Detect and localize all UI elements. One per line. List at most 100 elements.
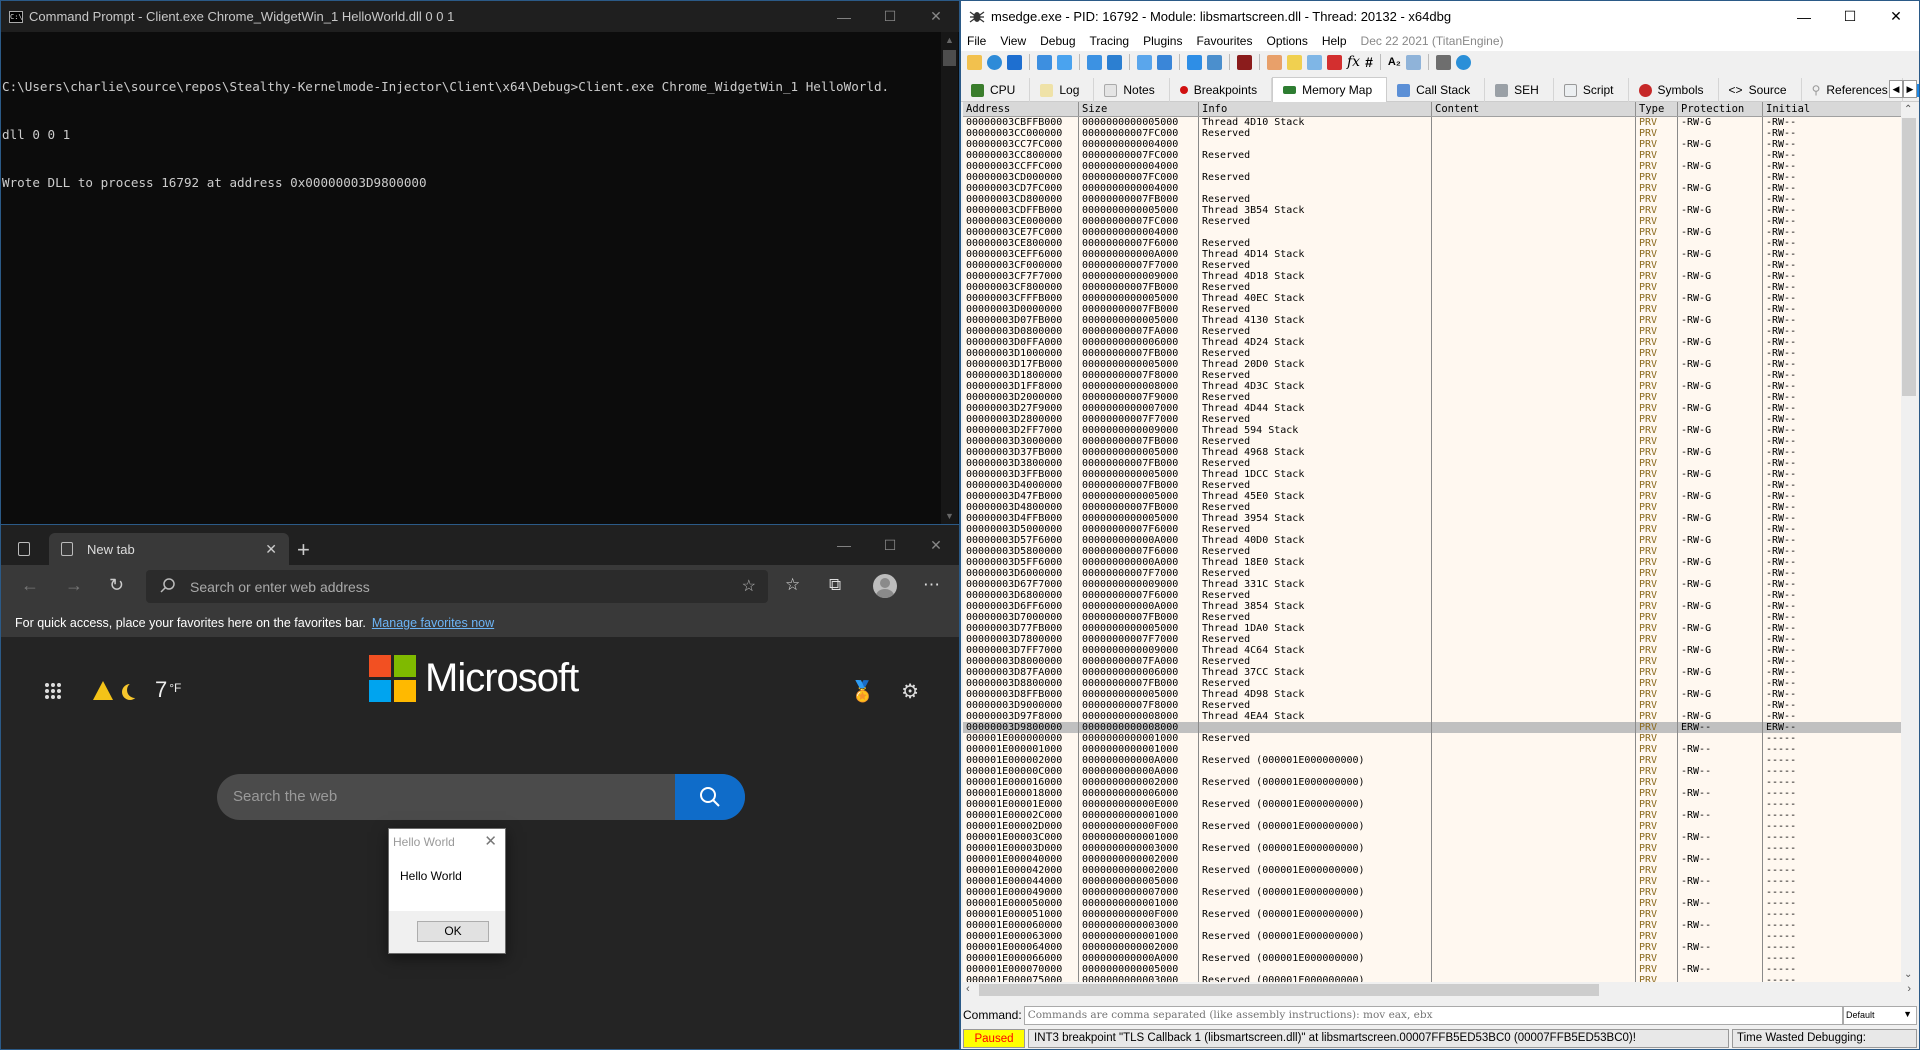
table-row[interactable]: 000001E00002C000 0000000000001000 PRV -RW--… (963, 810, 1903, 821)
table-row[interactable]: 000001E000063000 0000000000001000 Reserved… (963, 931, 1903, 942)
table-row[interactable]: 000001E000064000 0000000000002000 PRV -RW--… (963, 942, 1903, 953)
scroll-thumb[interactable] (979, 984, 1599, 996)
functions-icon[interactable]: fx (1347, 54, 1360, 70)
dbg-title-bar[interactable]: msedge.exe - PID: 16792 - Module: libsma… (961, 1, 1919, 31)
table-row[interactable]: 000001E000049000 0000000000007000 Reserved… (963, 887, 1903, 898)
tab-source[interactable]: <> Source (1719, 78, 1802, 102)
table-row[interactable]: 00000003D77FB000 0000000000005000 Thread 1… (963, 623, 1903, 634)
tab-cpu[interactable]: CPU (961, 78, 1031, 102)
manage-favorites-link[interactable]: Manage favorites now (372, 616, 494, 630)
table-row[interactable]: 000001E000000000 0000000000001000 Reserved… (963, 733, 1903, 744)
table-row[interactable]: 00000003CCFFC000 0000000000004000 PRV -RW-G… (963, 161, 1903, 172)
address-bar[interactable]: Search or enter web address ☆ (146, 570, 768, 603)
more-options-icon[interactable]: ⋯ (923, 575, 940, 595)
globe-icon[interactable] (1455, 54, 1471, 70)
table-row[interactable]: 00000003D0FFA000 0000000000006000 Thread 4… (963, 337, 1903, 348)
table-row[interactable]: 00000003CFFFB000 0000000000005000 Thread 4… (963, 293, 1903, 304)
dialog-title-bar[interactable]: Hello World ✕ (389, 829, 505, 855)
column-header-info[interactable]: Info (1199, 102, 1432, 116)
restart-icon[interactable] (987, 54, 1002, 70)
tab-symbols[interactable]: Symbols (1629, 78, 1719, 102)
table-row[interactable]: 00000003D8FFB000 0000000000005000 Thread 4… (963, 689, 1903, 700)
table-row[interactable]: 000001E00002D000 000000000000F000 Reserved… (963, 821, 1903, 832)
scylla-icon[interactable] (1237, 54, 1252, 70)
table-row[interactable]: 000001E00003C000 0000000000001000 PRV -RW--… (963, 832, 1903, 843)
table-row[interactable]: 000001E000042000 0000000000002000 Reserved… (963, 865, 1903, 876)
weather-widget[interactable]: 7 °F (93, 677, 181, 703)
table-row[interactable]: 000001E00003D000 0000000000003000 Reserved… (963, 843, 1903, 854)
table-row[interactable]: 00000003CD000000 00000000007FC000 Reserved… (963, 172, 1903, 183)
tabs-scroll-left-icon[interactable]: ◀ (1889, 80, 1903, 98)
menu-favourites[interactable]: Favourites (1196, 34, 1252, 48)
table-row[interactable]: 00000003D8000000 00000000007FA000 Reserved… (963, 656, 1903, 667)
table-row[interactable]: 00000003D4800000 00000000007FB000 Reserved… (963, 502, 1903, 513)
column-header-size[interactable]: Size (1079, 102, 1199, 116)
table-row[interactable]: 00000003CEFF6000 000000000000A000 Thread 4… (963, 249, 1903, 260)
table-row[interactable]: 00000003CE800000 00000000007F6000 Reserved… (963, 238, 1903, 249)
close-button[interactable]: ✕ (913, 1, 959, 32)
stop-icon[interactable] (1007, 54, 1022, 70)
scroll-down-icon[interactable]: ▼ (941, 511, 958, 521)
trace-into-icon[interactable] (1137, 54, 1152, 70)
trace-over-icon[interactable] (1157, 54, 1172, 70)
scroll-thumb[interactable] (943, 50, 956, 66)
table-row[interactable]: 00000003D7FF7000 0000000000009000 Thread 4… (963, 645, 1903, 656)
tab-log[interactable]: Log (1030, 78, 1095, 102)
favorites-icon[interactable]: ☆ (785, 575, 800, 595)
scroll-thumb[interactable] (1902, 118, 1916, 396)
table-row[interactable]: 00000003D4FFB000 0000000000005000 Thread 3… (963, 513, 1903, 524)
command-input[interactable] (1023, 1005, 1843, 1025)
menu-tracing[interactable]: Tracing (1090, 34, 1130, 48)
scroll-right-icon[interactable]: › (1907, 983, 1911, 995)
table-row[interactable]: 00000003CD800000 00000000007FB000 Reserved… (963, 194, 1903, 205)
column-header-type[interactable]: Type (1636, 102, 1678, 116)
menu-view[interactable]: View (1000, 34, 1026, 48)
table-row[interactable]: 00000003D5000000 00000000007F6000 Reserved… (963, 524, 1903, 535)
open-icon[interactable] (967, 54, 982, 70)
tab-actions-icon[interactable] (18, 542, 30, 556)
app-launcher-icon[interactable] (45, 683, 61, 699)
tab-call-stack[interactable]: Call Stack (1387, 78, 1486, 102)
run-icon[interactable] (1037, 54, 1052, 70)
maximize-button[interactable]: ☐ (867, 1, 913, 32)
table-row[interactable]: 000001E000018000 0000000000006000 PRV -RW--… (963, 788, 1903, 799)
table-row[interactable]: 00000003D27F9000 0000000000007000 Thread 4… (963, 403, 1903, 414)
table-row[interactable]: 000001E000016000 0000000000002000 Reserved… (963, 777, 1903, 788)
table-row[interactable]: 00000003CF7F7000 0000000000009000 Thread 4… (963, 271, 1903, 282)
table-row[interactable]: 000001E00000C000 000000000000A000 PRV -RW--… (963, 766, 1903, 777)
table-row[interactable]: 00000003CC800000 00000000007FC000 Reserved… (963, 150, 1903, 161)
step-into-icon[interactable] (1087, 54, 1102, 70)
table-row[interactable]: 000001E000050000 0000000000001000 PRV -RW--… (963, 898, 1903, 909)
edge-browser-window[interactable]: New tab ✕ + — ☐ ✕ ← → ↻ Search or enter … (0, 525, 960, 1050)
table-row[interactable]: 00000003D1FF8000 0000000000008000 Thread 4… (963, 381, 1903, 392)
table-row[interactable]: 00000003D9800000 0000000000008000 PRV ERW--… (963, 722, 1903, 733)
minimize-button[interactable]: — (821, 1, 867, 32)
command-prompt-window[interactable]: C:\ Command Prompt - Client.exe Chrome_W… (0, 0, 960, 525)
font-icon[interactable]: A₂ (1388, 56, 1401, 68)
scroll-down-icon[interactable]: ⌄ (1904, 969, 1912, 980)
minimize-button[interactable]: — (1781, 1, 1827, 32)
maximize-button[interactable]: ☐ (867, 525, 913, 565)
execute-till-return-icon[interactable] (1187, 54, 1202, 70)
scroll-left-icon[interactable]: ‹ (966, 983, 970, 995)
labels-icon[interactable] (1307, 54, 1322, 70)
menu-plugins[interactable]: Plugins (1143, 34, 1182, 48)
table-horizontal-scrollbar[interactable]: ‹ › (963, 982, 1917, 998)
collections-icon[interactable]: ⧉ (829, 575, 841, 595)
menu-help[interactable]: Help (1322, 34, 1347, 48)
command-mode-select[interactable]: Default ▼ (1843, 1005, 1917, 1025)
table-row[interactable]: 000001E000051000 000000000000F000 Reserved… (963, 909, 1903, 920)
table-row[interactable]: 00000003CDFFB000 0000000000005000 Thread 3… (963, 205, 1903, 216)
table-row[interactable]: 00000003D6FF6000 000000000000A000 Thread 3… (963, 601, 1903, 612)
hash-icon[interactable]: # (1365, 54, 1373, 70)
patches-icon[interactable] (1267, 54, 1282, 70)
tab-breakpoints[interactable]: Breakpoints (1170, 78, 1273, 102)
back-icon[interactable]: ← (21, 575, 39, 596)
table-row[interactable]: 00000003D37FB000 0000000000005000 Thread 4… (963, 447, 1903, 458)
table-row[interactable]: 00000003D7800000 00000000007F7000 Reserved… (963, 634, 1903, 645)
x64dbg-window[interactable]: msedge.exe - PID: 16792 - Module: libsma… (960, 0, 1920, 1050)
table-row[interactable]: 00000003CF800000 00000000007FB000 Reserved… (963, 282, 1903, 293)
table-row[interactable]: 00000003CF000000 00000000007F7000 Reserved… (963, 260, 1903, 271)
table-row[interactable]: 00000003D57F6000 000000000000A000 Thread 4… (963, 535, 1903, 546)
pause-icon[interactable] (1057, 54, 1072, 70)
